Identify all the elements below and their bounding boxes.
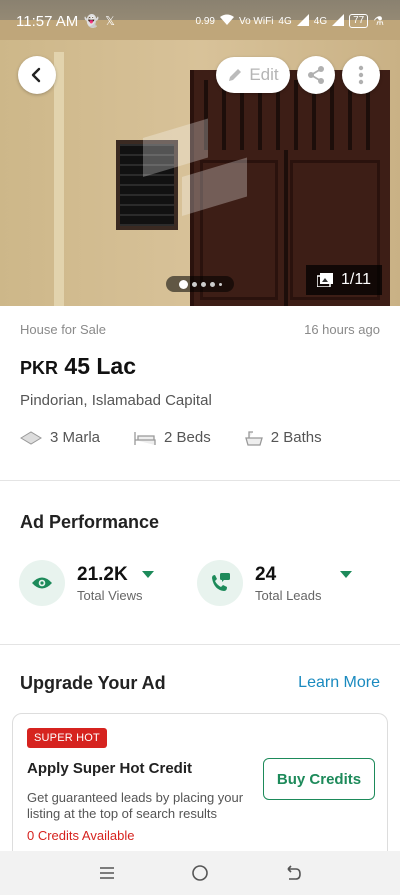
share-icon [308,66,324,84]
carousel-dots[interactable] [166,276,234,292]
bath-icon [244,430,263,446]
net-speed: 0.99 [195,15,215,27]
leads-value: 24 [255,563,277,585]
photo-pipe [54,52,64,306]
x-icon: 𝕏 [105,14,115,28]
area-icon [20,430,42,445]
super-hot-title: Apply Super Hot Credit [27,760,193,777]
back-nav-icon [287,865,302,880]
volte-label: Vo WiFi [238,15,274,27]
carousel-dot [191,281,197,287]
more-options-button[interactable] [342,56,380,94]
carousel-dot [200,281,206,287]
net1-label: 4G [278,15,292,27]
spec-baths: 2 Baths [244,429,322,446]
buy-credits-button[interactable]: Buy Credits [263,758,375,800]
snapchat-icon: 👻 [84,14,100,28]
back-arrow-icon [31,67,41,83]
credits-available: 0 Credits Available [27,828,135,843]
menu-lines-icon [99,867,114,879]
bed-icon [134,431,156,445]
home-button[interactable] [180,858,220,888]
listing-price: PKR 45 Lac [20,353,380,380]
views-label: Total Views [77,587,143,603]
total-leads-metric[interactable]: 24 Total Leads [197,560,353,606]
eye-icon [32,577,52,589]
listing-photo[interactable] [0,0,400,306]
image-counter[interactable]: 1/11 [306,265,382,295]
signal-icon [296,13,309,29]
status-bar: 11:57 AM 👻 𝕏 0.99 Vo WiFi 4G 4G 77 ⚗ [0,0,400,42]
back-button[interactable] [18,56,56,94]
phone-chat-icon [212,573,230,591]
status-time: 11:57 AM [16,12,79,30]
learn-more-link[interactable]: Learn More [298,674,380,692]
wifi-icon [219,14,234,29]
leads-label: Total Leads [255,587,322,603]
listing-specs: 3 Marla 2 Beds 2 Baths [20,429,380,446]
super-hot-card: SUPER HOT Apply Super Hot Credit Get gua… [12,713,388,863]
price-currency: PKR [20,358,59,378]
listing-info: House for Sale 16 hours ago PKR 45 Lac P… [20,322,380,446]
super-hot-badge: SUPER HOT [27,728,107,748]
ad-performance-title: Ad Performance [20,512,160,532]
spec-baths-label: 2 Baths [270,429,322,446]
carousel-dot [209,281,215,287]
upgrade-title: Upgrade Your Ad [20,673,166,693]
listing-type: House for Sale [20,322,106,337]
price-amount: 45 Lac [64,353,137,379]
edit-button[interactable]: Edit [216,57,290,93]
section-divider [0,644,400,645]
pencil-icon [229,69,242,81]
leads-icon-circle [197,560,243,606]
spec-beds: 2 Beds [134,429,211,446]
gallery-icon [317,273,334,287]
carousel-dot [218,282,222,286]
recent-apps-button[interactable] [87,858,127,888]
section-divider [0,480,400,481]
edit-label: Edit [249,65,279,84]
dropdown-triangle-icon [141,571,154,578]
system-nav-bar [0,851,400,895]
flask-icon: ⚗ [373,14,384,28]
super-hot-description: Get guaranteed leads by placing your lis… [27,790,244,821]
views-icon-circle [19,560,65,606]
dropdown-triangle-icon [340,571,353,578]
listing-location: Pindorian, Islamabad Capital [20,392,212,409]
net2-label: 4G [313,15,328,27]
battery-indicator: 77 [349,14,369,28]
posted-time: 16 hours ago [304,322,380,337]
views-value: 21.2K [77,563,128,585]
spec-area-label: 3 Marla [50,429,101,446]
more-vert-icon [358,65,364,85]
back-nav-button[interactable] [273,858,313,888]
home-circle-icon [192,865,208,881]
share-button[interactable] [297,56,335,94]
spec-beds-label: 2 Beds [164,429,211,446]
carousel-dot [178,279,188,289]
signal-icon [332,13,345,29]
spec-area: 3 Marla [20,429,100,446]
image-counter-text: 1/11 [341,271,371,288]
total-views-metric[interactable]: 21.2K Total Views [19,560,154,606]
watermark-logo-icon [143,118,247,216]
